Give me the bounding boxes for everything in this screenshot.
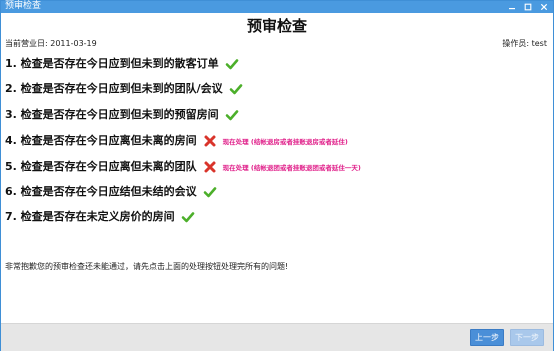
check-pass-icon xyxy=(181,210,195,224)
check-fail-icon xyxy=(203,160,217,174)
next-step-button[interactable]: 下一步 xyxy=(510,329,544,346)
check-item-4: 4. 检查是否存在今日应离但未离的房间 现在处理 (结帐退房或者挂账退房或者延住… xyxy=(5,133,348,149)
check-text: 1. 检查是否存在今日应到但未到的散客订单 xyxy=(5,57,219,70)
check-text: 2. 检查是否存在今日应到但未到的团队/会议 xyxy=(5,82,223,95)
window-title: 预审检查 xyxy=(5,1,42,11)
check-text: 7. 检查是否存在未定义房价的房间 xyxy=(5,210,175,223)
check-pass-icon xyxy=(203,185,217,199)
status-message: 非常抱歉您的预审检查还未能通过，请先点击上面的处理按钮处理完所有的问题! xyxy=(5,262,289,271)
check-item-2: 2. 检查是否存在今日应到但未到的团队/会议 xyxy=(5,81,243,97)
check-text: 4. 检查是否存在今日应离但未离的房间 xyxy=(5,134,197,147)
handle-group-checkout-link[interactable]: 现在处理 (结帐退团或者挂账退团或者延住一天) xyxy=(223,162,361,172)
footer-bar: 上一步 下一步 xyxy=(1,323,553,351)
check-item-1: 1. 检查是否存在今日应到但未到的散客订单 xyxy=(5,56,239,72)
check-text: 3. 检查是否存在今日应到但未到的预留房间 xyxy=(5,108,219,121)
window-controls xyxy=(505,1,551,13)
business-date: 当前营业日: 2011-03-19 xyxy=(5,39,97,48)
minimize-icon[interactable] xyxy=(505,1,519,13)
check-pass-icon xyxy=(229,82,243,96)
check-pass-icon xyxy=(225,57,239,71)
title-bar: 预审检查 xyxy=(1,1,553,13)
check-text: 5. 检查是否存在今日应离但未离的团队 xyxy=(5,160,197,173)
check-item-7: 7. 检查是否存在未定义房价的房间 xyxy=(5,209,195,225)
check-fail-icon xyxy=(203,134,217,148)
check-item-5: 5. 检查是否存在今日应离但未离的团队 现在处理 (结帐退团或者挂账退团或者延住… xyxy=(5,159,361,175)
operator-label: 操作员: test xyxy=(502,39,547,48)
maximize-icon[interactable] xyxy=(521,1,535,13)
handle-room-checkout-link[interactable]: 现在处理 (结帐退房或者挂账退房或者延住) xyxy=(223,136,348,146)
close-icon[interactable] xyxy=(537,1,551,13)
check-pass-icon xyxy=(225,108,239,122)
previous-step-button[interactable]: 上一步 xyxy=(470,329,504,346)
check-text: 6. 检查是否存在今日应结但未结的会议 xyxy=(5,185,197,198)
check-item-3: 3. 检查是否存在今日应到但未到的预留房间 xyxy=(5,107,239,123)
page-title: 预审检查 xyxy=(246,17,307,35)
check-item-6: 6. 检查是否存在今日应结但未结的会议 xyxy=(5,184,217,200)
precheck-window: 预审检查 预审检查 当前营业日: 2011-03-19 操作员: test 1.… xyxy=(0,0,554,351)
